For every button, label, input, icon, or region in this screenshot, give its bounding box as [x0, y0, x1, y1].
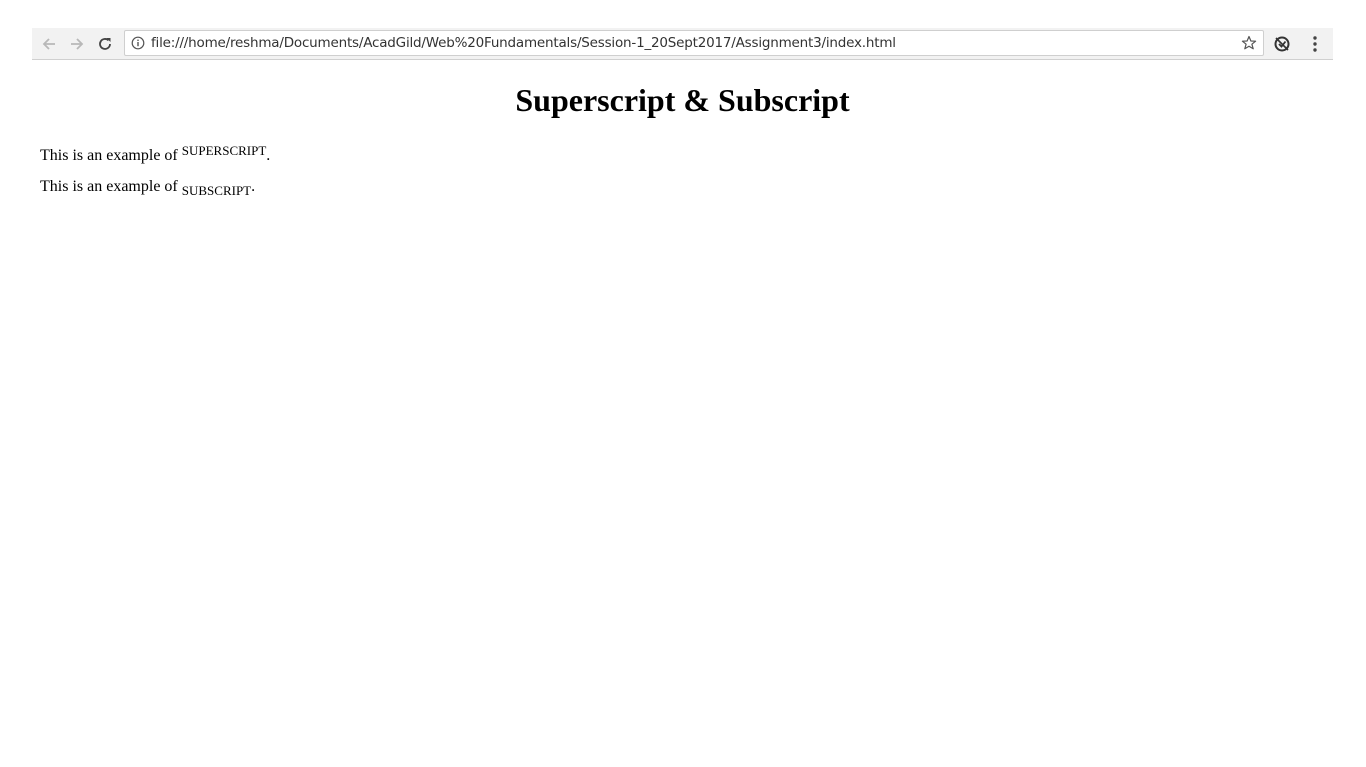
superscript-paragraph: This is an example of SUPERSCRIPT.	[40, 141, 270, 166]
subscript-paragraph: This is an example of SUBSCRIPT.	[40, 177, 255, 201]
reload-button[interactable]	[93, 32, 117, 56]
star-icon[interactable]	[1241, 35, 1257, 51]
paragraph-suffix: .	[251, 178, 256, 195]
superscript-text: SUPERSCRIPT	[181, 143, 267, 158]
address-bar[interactable]: file:///home/reshma/Documents/AcadGild/W…	[124, 30, 1264, 56]
paragraph-prefix: This is an example of	[40, 147, 182, 164]
info-icon[interactable]	[131, 36, 145, 50]
vertical-dots-menu-icon[interactable]	[1307, 35, 1323, 53]
arrow-right-icon	[71, 38, 84, 50]
sync-extension-icon[interactable]	[1273, 35, 1291, 53]
page-heading: Superscript & Subscript	[515, 82, 850, 118]
arrow-left-icon	[42, 38, 55, 50]
back-button[interactable]	[37, 32, 61, 56]
paragraph-suffix: .	[266, 147, 271, 164]
paragraph-prefix: This is an example of	[40, 178, 182, 195]
subscript-text: SUBSCRIPT	[181, 183, 252, 198]
url-text[interactable]: file:///home/reshma/Documents/AcadGild/W…	[151, 35, 896, 51]
forward-button[interactable]	[65, 32, 89, 56]
browser-window: file:///home/reshma/Documents/AcadGild/W…	[32, 28, 1333, 767]
browser-toolbar: file:///home/reshma/Documents/AcadGild/W…	[32, 28, 1333, 60]
reload-icon	[99, 38, 111, 50]
